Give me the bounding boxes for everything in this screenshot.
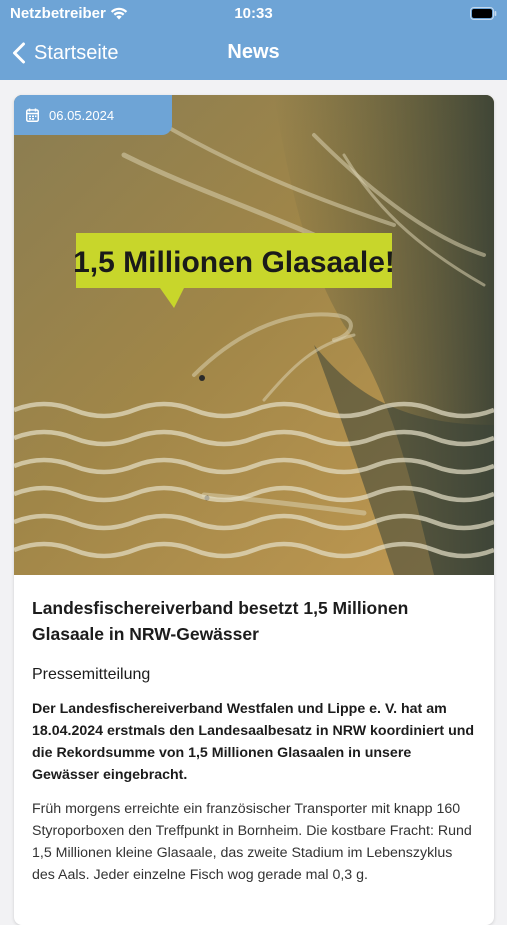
article-title: Landesfischereiverband besetzt 1,5 Milli… bbox=[32, 598, 409, 644]
article-category: Pressemitteilung bbox=[32, 666, 151, 683]
status-bar: Netzbetreiber 10:33 bbox=[0, 0, 507, 28]
article-image: 1,5 Millionen Glasaale! bbox=[14, 95, 494, 575]
status-time: 10:33 bbox=[234, 5, 273, 22]
glass-eels-photo: 1,5 Millionen Glasaale! bbox=[14, 95, 494, 575]
navigation-bar: Startseite News bbox=[0, 30, 507, 76]
image-caption: 1,5 Millionen Glasaale! bbox=[73, 246, 395, 279]
article-body: Früh morgens erreichte ein französischer… bbox=[32, 801, 472, 883]
app-header: Netzbetreiber 10:33 Startseite News bbox=[0, 0, 507, 80]
news-article-card: 1,5 Millionen Glasaale! 06.05.2024 Lande… bbox=[14, 95, 494, 925]
battery-icon bbox=[470, 7, 497, 20]
calendar-icon bbox=[26, 108, 39, 122]
article-lead: Der Landesfischereiverband Westfalen und… bbox=[32, 701, 475, 783]
article-content: Landesfischereiverband besetzt 1,5 Milli… bbox=[32, 575, 478, 886]
page-title: News bbox=[227, 41, 280, 63]
date-badge: 06.05.2024 bbox=[14, 95, 172, 135]
article-date: 06.05.2024 bbox=[49, 107, 115, 123]
